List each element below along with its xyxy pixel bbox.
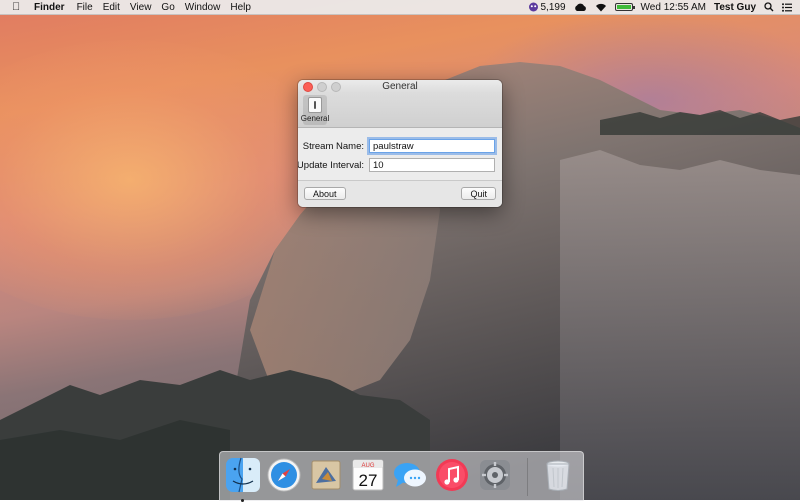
menu-window[interactable]: Window: [185, 2, 221, 13]
dock-item-messages[interactable]: [392, 457, 428, 493]
app-badge-icon: [528, 2, 538, 12]
menu-edit[interactable]: Edit: [103, 2, 120, 13]
dock-item-safari[interactable]: [266, 457, 302, 493]
finder-icon: [226, 457, 260, 493]
badge-count: 5,199: [540, 1, 566, 13]
calendar-icon: AUG 27: [352, 459, 384, 491]
notification-center-icon[interactable]: [782, 2, 792, 12]
window-title: General: [382, 81, 418, 92]
cloud-icon[interactable]: [574, 3, 587, 12]
settings-form: Stream Name: Update Interval:: [298, 128, 502, 182]
menu-go[interactable]: Go: [161, 2, 174, 13]
preferences-window: General General Stream Name: Update Inte…: [298, 80, 502, 207]
calendar-month: AUG: [361, 463, 374, 469]
desktop-wallpaper: [0, 0, 800, 500]
window-controls: [303, 82, 341, 92]
menu-clock[interactable]: Wed 12:55 AM: [641, 2, 706, 13]
mountain-landscape: [0, 62, 800, 500]
toolbar-general-label: General: [300, 114, 330, 123]
toolbar-general-tab[interactable]: General: [300, 95, 330, 125]
dock: AUG 27: [219, 451, 584, 502]
battery-icon[interactable]: [614, 3, 635, 11]
update-interval-label: Update Interval:: [298, 160, 364, 171]
menu-bar:  Finder File Edit View Go Window Help 5…: [0, 0, 800, 15]
menu-file[interactable]: File: [77, 2, 93, 13]
wifi-icon[interactable]: [595, 3, 607, 12]
trash-icon: [546, 460, 570, 491]
general-icon: [308, 97, 322, 113]
dock-item-trash[interactable]: [540, 457, 576, 493]
close-button[interactable]: [303, 82, 313, 92]
window-titlebar[interactable]: General: [298, 80, 502, 93]
dock-separator: [527, 458, 528, 496]
itunes-icon: [436, 459, 468, 491]
status-item-badge[interactable]: 5,199: [528, 2, 566, 13]
menu-help[interactable]: Help: [230, 2, 251, 13]
calendar-day: 27: [359, 471, 378, 490]
stream-name-input[interactable]: [369, 139, 495, 153]
about-button[interactable]: About: [304, 187, 346, 200]
spotlight-icon[interactable]: [764, 2, 774, 12]
mail-icon: [311, 460, 341, 490]
apple-icon[interactable]: : [12, 1, 26, 13]
dock-item-itunes[interactable]: [434, 457, 470, 493]
menu-user[interactable]: Test Guy: [714, 2, 756, 13]
update-interval-input[interactable]: [369, 158, 495, 172]
dock-item-finder[interactable]: [225, 457, 261, 502]
minimize-button[interactable]: [317, 82, 327, 92]
quit-button[interactable]: Quit: [461, 187, 496, 200]
stream-name-label: Stream Name:: [302, 141, 364, 152]
dock-item-calendar[interactable]: AUG 27: [350, 457, 386, 493]
zoom-button[interactable]: [331, 82, 341, 92]
update-interval-row: Update Interval:: [298, 158, 502, 174]
window-toolbar: General: [298, 93, 502, 128]
stream-name-row: Stream Name:: [298, 139, 502, 155]
dock-item-system-preferences[interactable]: [477, 457, 513, 493]
safari-icon: [267, 458, 301, 492]
menu-view[interactable]: View: [130, 2, 152, 13]
menu-finder[interactable]: Finder: [34, 2, 65, 13]
system-preferences-icon: [480, 460, 510, 490]
messages-icon: [394, 463, 426, 487]
dock-item-mail[interactable]: [308, 457, 344, 493]
window-footer: About Quit: [298, 180, 502, 207]
